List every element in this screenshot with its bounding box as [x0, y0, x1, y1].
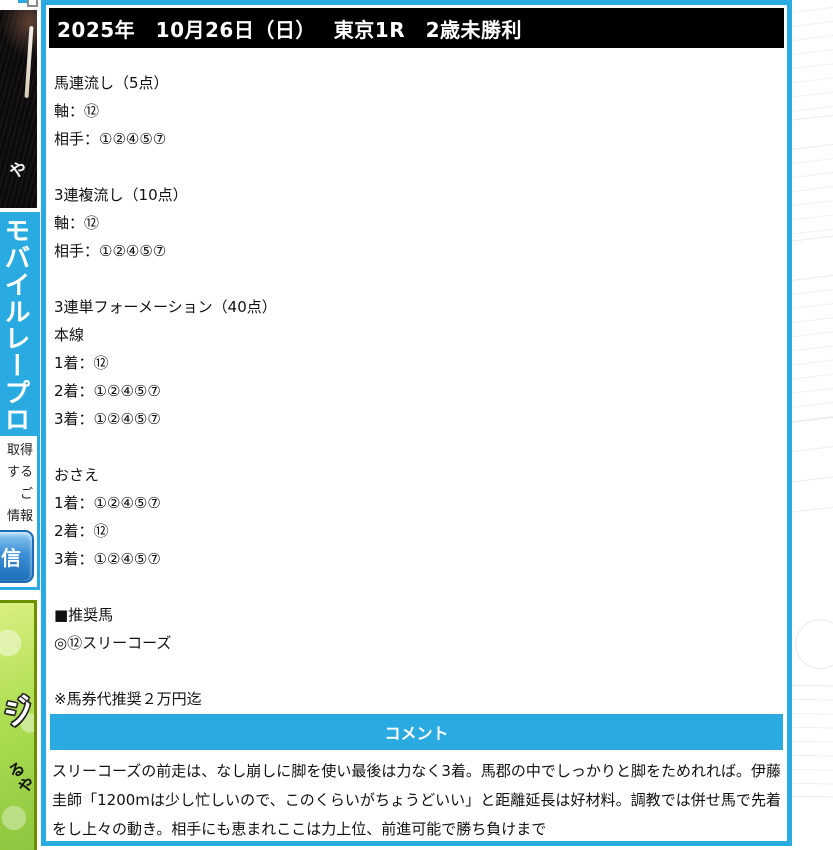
recommended-heading: ■推奨馬	[54, 606, 114, 624]
finish-1: 1着：⑫	[54, 354, 109, 372]
green-banner-text-bottom: るや	[2, 758, 37, 800]
finish-3: 3着：①②④⑤⑦	[54, 550, 161, 568]
info-line: 情報	[6, 509, 33, 524]
comment-button[interactable]: コメント	[50, 714, 783, 750]
main-line-label: 本線	[54, 326, 85, 344]
bet-axis: 軸：⑫	[54, 214, 100, 232]
finish-2: 2着：①②④⑤⑦	[54, 382, 161, 400]
green-ad-banner[interactable]: ジ るや	[0, 600, 37, 850]
race-header: 2025年 10月26日（日） 東京1R 2歳未勝利	[49, 8, 784, 48]
recommended-horse: ◎⑫スリーコーズ	[54, 634, 172, 652]
bet-partners: 相手：①②④⑤⑦	[54, 242, 167, 260]
send-button[interactable]: 信	[0, 530, 34, 583]
bet-type-title: 3連複流し（10点）	[54, 186, 188, 204]
green-banner-text-top: ジ	[0, 690, 37, 735]
finish-1: 1着：①②④⑤⑦	[54, 494, 161, 512]
bet-partners: 相手：①②④⑤⑦	[54, 130, 167, 148]
race-tips-panel: 2025年 10月26日（日） 東京1R 2歳未勝利 馬連流し（5点） 軸：⑫ …	[41, 0, 792, 846]
cutoff-box-corner	[27, 0, 38, 7]
finish-3: 3着：①②④⑤⑦	[54, 410, 161, 428]
mobile-racepro-banner[interactable]: モバイルレープロ 取得 する ご 情報 信	[0, 212, 40, 590]
info-line: する	[6, 465, 33, 480]
mobile-racepro-title-area: モバイルレープロ	[0, 215, 37, 436]
umaren-section: 馬連流し（5点） 軸：⑫ 相手：①②④⑤⑦	[54, 69, 779, 153]
photo-text-fragment: や	[7, 159, 29, 183]
recommended-section: ■推奨馬 ◎⑫スリーコーズ	[54, 601, 779, 657]
sidebar-photo-ad[interactable]: や	[0, 10, 37, 208]
comment-body: スリーコーズの前走は、なし崩しに脚を使い最後は力なく3着。馬郡の中でしっかりと脚…	[52, 762, 781, 838]
bet-type-title: 馬連流し（5点）	[54, 74, 169, 92]
sanrenpuku-section: 3連複流し（10点） 軸：⑫ 相手：①②④⑤⑦	[54, 181, 779, 265]
budget-note: ※馬券代推奨２万円迄	[54, 690, 202, 708]
finish-2: 2着：⑫	[54, 522, 109, 540]
mobile-racepro-title: モバイルレープロ	[0, 217, 30, 433]
osae-section: おさえ 1着：①②④⑤⑦ 2着：⑫ 3着：①②④⑤⑦	[54, 461, 779, 573]
bet-axis: 軸：⑫	[54, 102, 100, 120]
cigarette-shape	[24, 25, 34, 99]
sanrentan-section: 3連単フォーメーション（40点） 本線 1着：⑫ 2着：①②④⑤⑦ 3着：①②④…	[54, 293, 779, 433]
mobile-racepro-info: 取得 する ご 情報	[0, 436, 37, 528]
backup-label: おさえ	[54, 466, 100, 484]
info-line: 取得	[6, 443, 33, 458]
cutoff-banner-edge	[18, 0, 27, 3]
info-line: ご	[19, 487, 33, 502]
tips-content: 馬連流し（5点） 軸：⑫ 相手：①②④⑤⑦ 3連複流し（10点） 軸：⑫ 相手：…	[46, 51, 787, 713]
bet-type-title: 3連単フォーメーション（40点）	[54, 298, 277, 316]
